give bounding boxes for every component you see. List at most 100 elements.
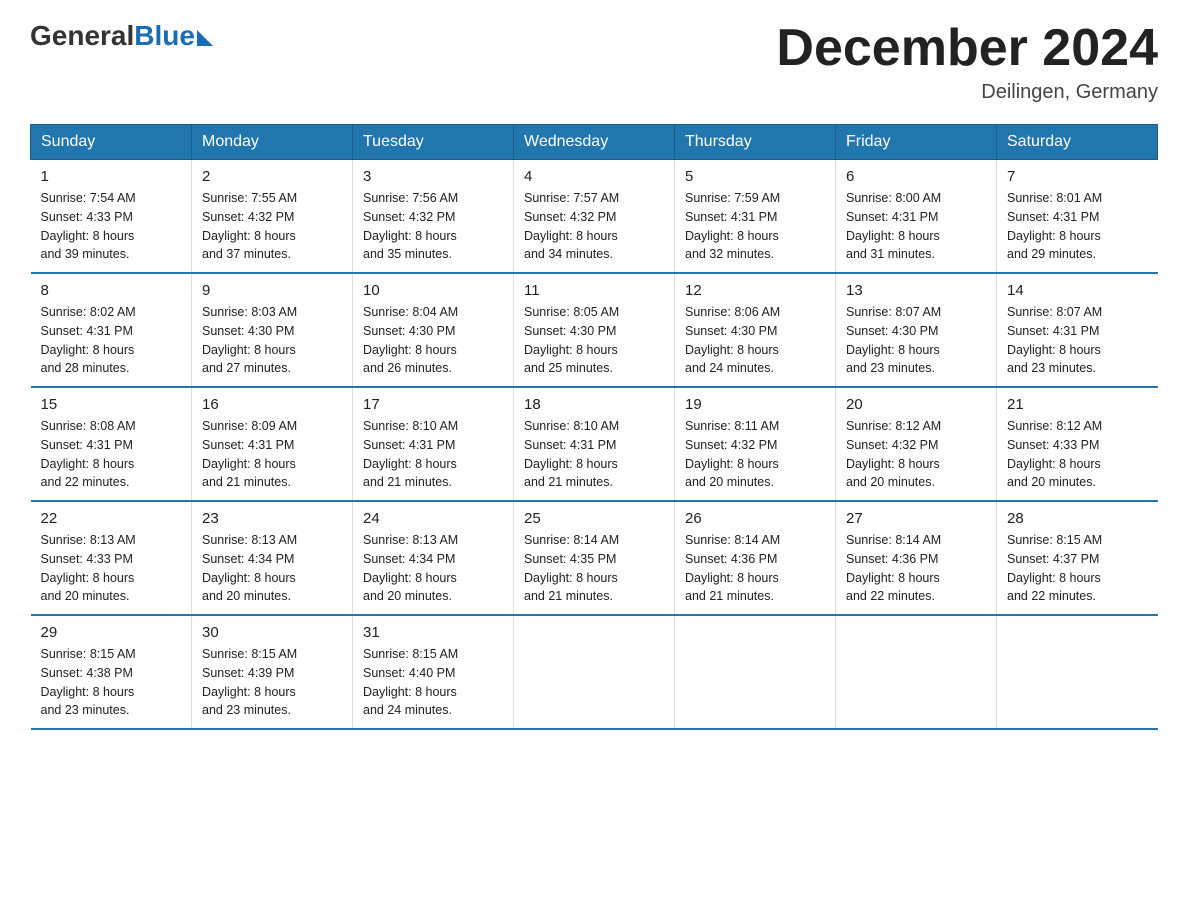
table-row: 29 Sunrise: 8:15 AM Sunset: 4:38 PM Dayl… (31, 615, 192, 729)
table-row: 10 Sunrise: 8:04 AM Sunset: 4:30 PM Dayl… (353, 273, 514, 387)
day-number: 25 (524, 510, 664, 527)
day-number: 12 (685, 282, 825, 299)
header-sunday: Sunday (31, 125, 192, 160)
calendar-header-row: Sunday Monday Tuesday Wednesday Thursday… (31, 125, 1158, 160)
day-info: Sunrise: 8:08 AM Sunset: 4:31 PM Dayligh… (41, 417, 182, 492)
day-info: Sunrise: 8:02 AM Sunset: 4:31 PM Dayligh… (41, 303, 182, 378)
table-row: 22 Sunrise: 8:13 AM Sunset: 4:33 PM Dayl… (31, 501, 192, 615)
table-row: 6 Sunrise: 8:00 AM Sunset: 4:31 PM Dayli… (836, 160, 997, 274)
table-row: 28 Sunrise: 8:15 AM Sunset: 4:37 PM Dayl… (997, 501, 1158, 615)
day-info: Sunrise: 8:15 AM Sunset: 4:39 PM Dayligh… (202, 645, 342, 720)
day-info: Sunrise: 8:00 AM Sunset: 4:31 PM Dayligh… (846, 189, 986, 264)
table-row: 23 Sunrise: 8:13 AM Sunset: 4:34 PM Dayl… (192, 501, 353, 615)
day-number: 14 (1007, 282, 1148, 299)
day-info: Sunrise: 7:59 AM Sunset: 4:31 PM Dayligh… (685, 189, 825, 264)
day-number: 24 (363, 510, 503, 527)
day-number: 9 (202, 282, 342, 299)
day-number: 17 (363, 396, 503, 413)
logo-triangle-icon (197, 30, 213, 46)
table-row: 11 Sunrise: 8:05 AM Sunset: 4:30 PM Dayl… (514, 273, 675, 387)
table-row: 15 Sunrise: 8:08 AM Sunset: 4:31 PM Dayl… (31, 387, 192, 501)
day-number: 7 (1007, 168, 1148, 185)
day-number: 13 (846, 282, 986, 299)
day-info: Sunrise: 8:03 AM Sunset: 4:30 PM Dayligh… (202, 303, 342, 378)
table-row (836, 615, 997, 729)
table-row: 14 Sunrise: 8:07 AM Sunset: 4:31 PM Dayl… (997, 273, 1158, 387)
day-number: 10 (363, 282, 503, 299)
table-row: 3 Sunrise: 7:56 AM Sunset: 4:32 PM Dayli… (353, 160, 514, 274)
table-row: 27 Sunrise: 8:14 AM Sunset: 4:36 PM Dayl… (836, 501, 997, 615)
day-number: 1 (41, 168, 182, 185)
day-number: 29 (41, 624, 182, 641)
day-info: Sunrise: 7:55 AM Sunset: 4:32 PM Dayligh… (202, 189, 342, 264)
table-row: 16 Sunrise: 8:09 AM Sunset: 4:31 PM Dayl… (192, 387, 353, 501)
calendar-table: Sunday Monday Tuesday Wednesday Thursday… (30, 124, 1158, 730)
day-info: Sunrise: 8:15 AM Sunset: 4:37 PM Dayligh… (1007, 531, 1148, 606)
day-info: Sunrise: 8:01 AM Sunset: 4:31 PM Dayligh… (1007, 189, 1148, 264)
table-row: 20 Sunrise: 8:12 AM Sunset: 4:32 PM Dayl… (836, 387, 997, 501)
day-info: Sunrise: 8:15 AM Sunset: 4:38 PM Dayligh… (41, 645, 182, 720)
table-row: 4 Sunrise: 7:57 AM Sunset: 4:32 PM Dayli… (514, 160, 675, 274)
table-row (675, 615, 836, 729)
day-number: 15 (41, 396, 182, 413)
day-number: 6 (846, 168, 986, 185)
day-number: 30 (202, 624, 342, 641)
day-info: Sunrise: 8:10 AM Sunset: 4:31 PM Dayligh… (363, 417, 503, 492)
day-info: Sunrise: 8:12 AM Sunset: 4:33 PM Dayligh… (1007, 417, 1148, 492)
table-row: 2 Sunrise: 7:55 AM Sunset: 4:32 PM Dayli… (192, 160, 353, 274)
day-info: Sunrise: 8:12 AM Sunset: 4:32 PM Dayligh… (846, 417, 986, 492)
day-info: Sunrise: 8:09 AM Sunset: 4:31 PM Dayligh… (202, 417, 342, 492)
calendar-week-row: 8 Sunrise: 8:02 AM Sunset: 4:31 PM Dayli… (31, 273, 1158, 387)
day-info: Sunrise: 7:56 AM Sunset: 4:32 PM Dayligh… (363, 189, 503, 264)
calendar-week-row: 15 Sunrise: 8:08 AM Sunset: 4:31 PM Dayl… (31, 387, 1158, 501)
table-row (997, 615, 1158, 729)
table-row: 21 Sunrise: 8:12 AM Sunset: 4:33 PM Dayl… (997, 387, 1158, 501)
day-info: Sunrise: 7:54 AM Sunset: 4:33 PM Dayligh… (41, 189, 182, 264)
logo: General Blue (30, 20, 213, 52)
day-number: 28 (1007, 510, 1148, 527)
day-number: 2 (202, 168, 342, 185)
day-info: Sunrise: 8:04 AM Sunset: 4:30 PM Dayligh… (363, 303, 503, 378)
day-number: 3 (363, 168, 503, 185)
day-number: 31 (363, 624, 503, 641)
header-monday: Monday (192, 125, 353, 160)
logo-blue-text: Blue (134, 20, 195, 52)
day-number: 5 (685, 168, 825, 185)
header-friday: Friday (836, 125, 997, 160)
table-row: 26 Sunrise: 8:14 AM Sunset: 4:36 PM Dayl… (675, 501, 836, 615)
day-info: Sunrise: 8:14 AM Sunset: 4:36 PM Dayligh… (846, 531, 986, 606)
location-label: Deilingen, Germany (776, 81, 1158, 104)
table-row: 9 Sunrise: 8:03 AM Sunset: 4:30 PM Dayli… (192, 273, 353, 387)
day-number: 27 (846, 510, 986, 527)
day-number: 11 (524, 282, 664, 299)
logo-blue-container: Blue (134, 20, 213, 52)
calendar-week-row: 29 Sunrise: 8:15 AM Sunset: 4:38 PM Dayl… (31, 615, 1158, 729)
logo-general-text: General (30, 20, 134, 52)
table-row: 31 Sunrise: 8:15 AM Sunset: 4:40 PM Dayl… (353, 615, 514, 729)
table-row: 19 Sunrise: 8:11 AM Sunset: 4:32 PM Dayl… (675, 387, 836, 501)
page-header: General Blue December 2024 Deilingen, Ge… (30, 20, 1158, 104)
day-number: 16 (202, 396, 342, 413)
table-row: 13 Sunrise: 8:07 AM Sunset: 4:30 PM Dayl… (836, 273, 997, 387)
day-number: 20 (846, 396, 986, 413)
month-title: December 2024 (776, 20, 1158, 77)
calendar-week-row: 22 Sunrise: 8:13 AM Sunset: 4:33 PM Dayl… (31, 501, 1158, 615)
header-tuesday: Tuesday (353, 125, 514, 160)
table-row: 24 Sunrise: 8:13 AM Sunset: 4:34 PM Dayl… (353, 501, 514, 615)
day-info: Sunrise: 8:13 AM Sunset: 4:33 PM Dayligh… (41, 531, 182, 606)
table-row: 18 Sunrise: 8:10 AM Sunset: 4:31 PM Dayl… (514, 387, 675, 501)
day-info: Sunrise: 8:06 AM Sunset: 4:30 PM Dayligh… (685, 303, 825, 378)
day-info: Sunrise: 8:13 AM Sunset: 4:34 PM Dayligh… (363, 531, 503, 606)
day-number: 19 (685, 396, 825, 413)
table-row: 1 Sunrise: 7:54 AM Sunset: 4:33 PM Dayli… (31, 160, 192, 274)
day-info: Sunrise: 7:57 AM Sunset: 4:32 PM Dayligh… (524, 189, 664, 264)
table-row: 5 Sunrise: 7:59 AM Sunset: 4:31 PM Dayli… (675, 160, 836, 274)
day-info: Sunrise: 8:05 AM Sunset: 4:30 PM Dayligh… (524, 303, 664, 378)
calendar-week-row: 1 Sunrise: 7:54 AM Sunset: 4:33 PM Dayli… (31, 160, 1158, 274)
day-info: Sunrise: 8:10 AM Sunset: 4:31 PM Dayligh… (524, 417, 664, 492)
day-number: 8 (41, 282, 182, 299)
table-row: 8 Sunrise: 8:02 AM Sunset: 4:31 PM Dayli… (31, 273, 192, 387)
table-row: 17 Sunrise: 8:10 AM Sunset: 4:31 PM Dayl… (353, 387, 514, 501)
day-info: Sunrise: 8:14 AM Sunset: 4:36 PM Dayligh… (685, 531, 825, 606)
header-saturday: Saturday (997, 125, 1158, 160)
